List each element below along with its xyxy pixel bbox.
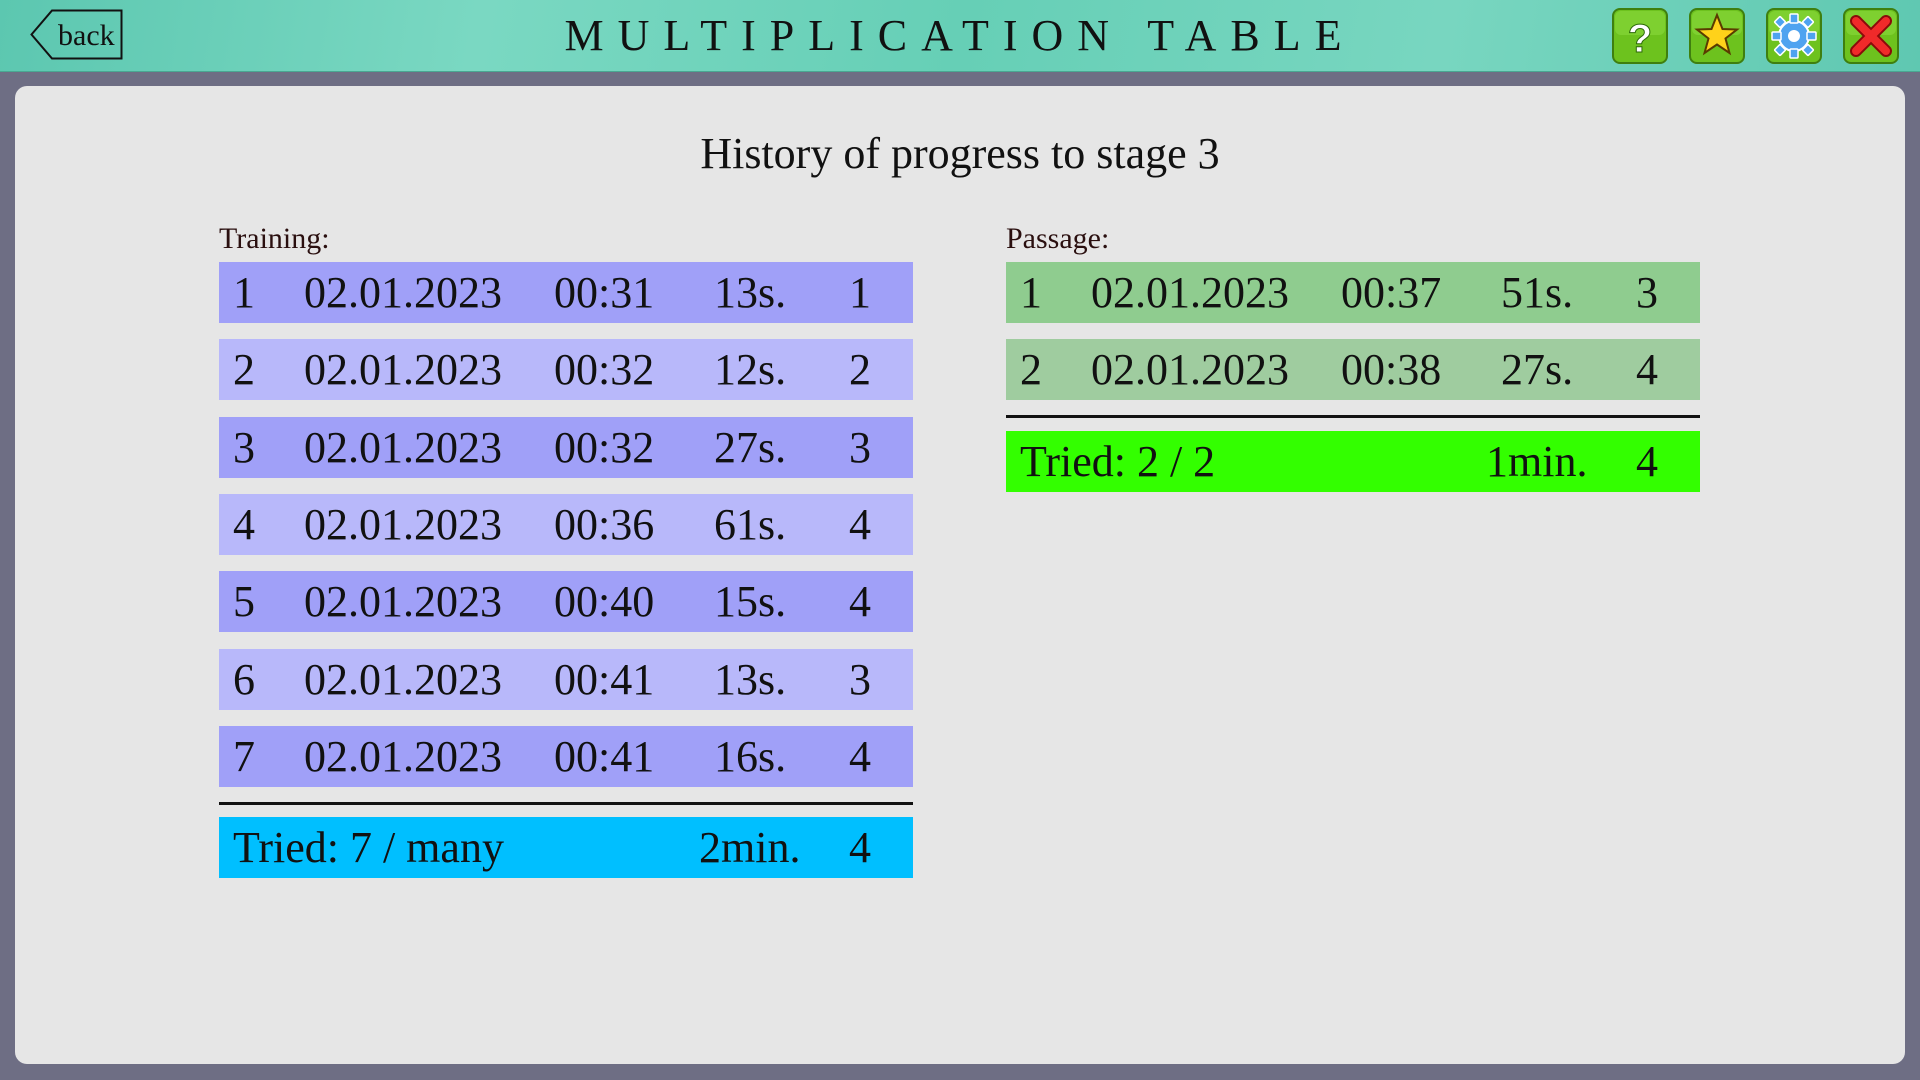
cell-score: 4 <box>1636 345 1658 395</box>
cell-num: 3 <box>233 422 255 472</box>
cell-num: 7 <box>233 731 255 781</box>
table-row: 1 02.01.2023 00:31 13s. 1 <box>219 262 913 323</box>
cell-score: 3 <box>849 422 871 472</box>
cell-date: 02.01.2023 <box>1091 345 1289 395</box>
cell-num: 4 <box>233 499 255 549</box>
passage-tried: Tried: 2 / 2 <box>1020 437 1216 486</box>
cell-duration: 15s. <box>714 577 787 627</box>
cell-score: 3 <box>1636 268 1658 317</box>
close-button[interactable] <box>1843 8 1899 64</box>
question-mark-icon: ? <box>1612 8 1668 64</box>
table-row: 4 02.01.2023 00:36 61s. 4 <box>219 493 913 555</box>
passage-total-time: 1min. <box>1486 437 1588 486</box>
cell-duration: 27s. <box>1501 345 1574 395</box>
help-button[interactable]: ? <box>1612 8 1668 64</box>
cell-num: 2 <box>1020 345 1042 395</box>
cell-duration: 27s. <box>714 422 787 472</box>
passage-total-score: 4 <box>1636 437 1658 486</box>
cell-time: 00:37 <box>1341 268 1442 317</box>
cell-num: 5 <box>233 577 255 627</box>
table-row: 6 02.01.2023 00:41 13s. 3 <box>219 648 913 710</box>
training-total-score: 4 <box>849 823 871 872</box>
cell-duration: 51s. <box>1501 268 1574 317</box>
cell-duration: 61s. <box>714 499 787 549</box>
table-row: 2 02.01.2023 00:38 27s. 4 <box>1006 339 1700 401</box>
page-title: History of progress to stage 3 <box>700 129 1220 178</box>
cell-duration: 13s. <box>714 654 787 704</box>
training-tried: Tried: 7 / many <box>233 823 504 872</box>
cell-time: 00:41 <box>554 731 655 781</box>
settings-button[interactable] <box>1766 8 1822 64</box>
training-summary-row: Tried: 7 / many 2min. 4 <box>219 817 913 878</box>
svg-text:?: ? <box>1628 17 1652 61</box>
cell-duration: 12s. <box>714 345 787 395</box>
table-row: 3 02.01.2023 00:32 27s. 3 <box>219 416 913 478</box>
training-label: Training: <box>219 222 330 255</box>
cell-score: 1 <box>849 268 871 317</box>
cell-date: 02.01.2023 <box>304 422 502 472</box>
history-panel: History of progress to stage 3 Training:… <box>15 86 1905 1064</box>
training-total-time: 2min. <box>699 823 801 872</box>
cell-date: 02.01.2023 <box>304 345 502 395</box>
cell-duration: 16s. <box>714 731 787 781</box>
cell-score: 2 <box>849 345 871 395</box>
cell-num: 1 <box>1020 268 1042 317</box>
passage-divider <box>1006 415 1700 418</box>
cell-date: 02.01.2023 <box>304 654 502 704</box>
cell-num: 6 <box>233 654 255 704</box>
cell-time: 00:41 <box>554 654 655 704</box>
cell-date: 02.01.2023 <box>304 577 502 627</box>
cell-time: 00:38 <box>1341 345 1442 395</box>
star-icon <box>1689 8 1745 64</box>
passage-label: Passage: <box>1006 222 1110 255</box>
cell-score: 4 <box>849 731 871 781</box>
close-icon <box>1843 8 1899 64</box>
cell-score: 4 <box>849 577 871 627</box>
table-row: 2 02.01.2023 00:32 12s. 2 <box>219 339 913 401</box>
cell-duration: 13s. <box>714 268 787 317</box>
passage-summary-row: Tried: 2 / 2 1min. 4 <box>1006 431 1700 492</box>
cell-time: 00:31 <box>554 268 655 317</box>
cell-score: 4 <box>849 499 871 549</box>
favorites-button[interactable] <box>1689 8 1745 64</box>
cell-time: 00:32 <box>554 345 655 395</box>
table-row: 7 02.01.2023 00:41 16s. 4 <box>219 725 913 787</box>
cell-time: 00:32 <box>554 422 655 472</box>
cell-date: 02.01.2023 <box>304 731 502 781</box>
cell-num: 1 <box>233 268 255 317</box>
cell-num: 2 <box>233 345 255 395</box>
cell-time: 00:36 <box>554 499 655 549</box>
gear-icon <box>1766 8 1822 64</box>
cell-date: 02.01.2023 <box>304 268 502 317</box>
cell-time: 00:40 <box>554 577 655 627</box>
table-row: 5 02.01.2023 00:40 15s. 4 <box>219 571 913 633</box>
cell-score: 3 <box>849 654 871 704</box>
cell-date: 02.01.2023 <box>1091 268 1289 317</box>
training-divider <box>219 802 913 805</box>
cell-date: 02.01.2023 <box>304 499 502 549</box>
table-row: 1 02.01.2023 00:37 51s. 3 <box>1006 262 1700 323</box>
app-header: back MULTIPLICATION TABLE ? <box>0 0 1920 72</box>
